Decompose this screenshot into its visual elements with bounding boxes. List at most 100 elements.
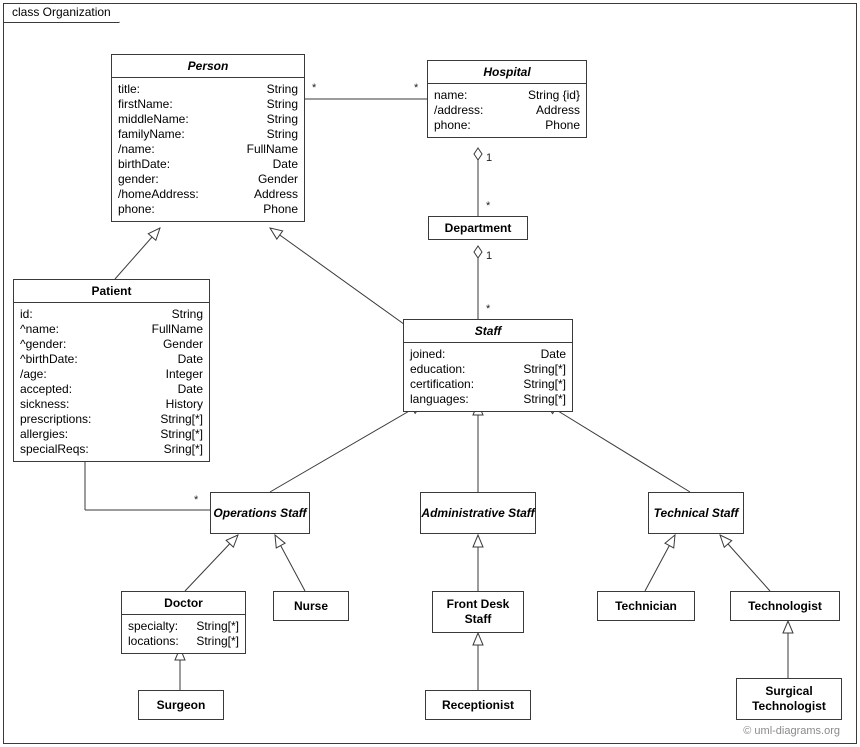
attr-name: specialReqs: [20,442,89,457]
attr-name: joined: [410,347,445,362]
attr-name: ^birthDate: [20,352,78,367]
attr-type: Date [178,352,203,367]
class-body: id: String ^name: FullName ^gender: Gender ^bi… [14,303,209,461]
attr-type: Date [541,347,566,362]
attr-name: phone: [434,118,471,133]
mult: * [312,82,316,94]
attr-type: Gender [258,172,298,187]
class-staff: Staff joined: Date education: String[*] cert… [403,319,573,412]
class-title: Front Desk Staff [433,597,523,627]
attr-name: education: [410,362,465,377]
attr-type: Integer [166,367,203,382]
attr-type: Date [178,382,203,397]
attr-name: /age: [20,367,47,382]
class-person: Person title: String firstName: String middl… [111,54,305,222]
attr-type: String[*] [523,377,566,392]
class-nurse: Nurse [273,591,349,621]
attr-type: Phone [263,202,298,217]
attr-type: FullName [152,322,203,337]
attr-name: ^gender: [20,337,66,352]
class-title: Doctor [122,592,245,615]
attr-type: String[*] [523,392,566,407]
class-title: Receptionist [442,698,514,712]
attr-type: String [267,82,298,97]
class-title: Person [112,55,304,78]
class-department: Department [428,216,528,240]
mult: * [194,494,198,506]
class-title: Nurse [294,599,328,613]
attr-type: String [172,307,203,322]
class-receptionist: Receptionist [425,690,531,720]
attr-name: birthDate: [118,157,170,172]
attr-type: String[*] [160,427,203,442]
attr-name: ^name: [20,322,59,337]
attr-name: locations: [128,634,179,649]
attr-type: Gender [163,337,203,352]
diagram-canvas: class Organization [0,0,860,747]
class-body: name: String {id} /address: Address phone: Ph… [428,84,586,137]
frame-label: class Organization [3,3,120,23]
attr-name: gender: [118,172,159,187]
attr-name: phone: [118,202,155,217]
attr-type: String[*] [523,362,566,377]
class-hospital: Hospital name: String {id} /address: Addres… [427,60,587,138]
attr-type: Address [254,187,298,202]
attr-type: String[*] [196,619,239,634]
class-administrative-staff: Administrative Staff [420,492,536,534]
class-title: Staff [404,320,572,343]
attr-name: name: [434,88,467,103]
class-title: Surgical Technologist [737,684,841,714]
attr-name: firstName: [118,97,173,112]
attr-name: sickness: [20,397,69,412]
class-front-desk-staff: Front Desk Staff [432,591,524,633]
attr-name: allergies: [20,427,68,442]
attr-name: languages: [410,392,469,407]
attr-name: id: [20,307,33,322]
attr-name: /address: [434,103,483,118]
attr-type: Phone [545,118,580,133]
class-title: Surgeon [157,698,206,712]
attr-type: String [267,97,298,112]
attr-type: Sring[*] [164,442,203,457]
mult: * [486,200,490,212]
attr-type: History [166,397,203,412]
attr-name: prescriptions: [20,412,91,427]
mult: * [486,303,490,315]
class-title: Hospital [428,61,586,84]
attr-type: String[*] [160,412,203,427]
class-operations-staff: Operations Staff [210,492,310,534]
mult: 1 [486,250,492,262]
class-body: specialty: String[*] locations: String[*] [122,615,245,653]
attr-name: /name: [118,142,155,157]
attr-type: String [267,127,298,142]
class-title: Administrative Staff [421,506,534,521]
class-title: Technologist [748,599,822,613]
attr-type: String [267,112,298,127]
attr-type: Address [536,103,580,118]
mult: 1 [486,152,492,164]
attr-name: accepted: [20,382,72,397]
class-patient: Patient id: String ^name: FullName ^gender: G… [13,279,210,462]
class-surgical-technologist: Surgical Technologist [736,678,842,720]
attr-type: String[*] [196,634,239,649]
class-title: Patient [14,280,209,303]
class-title: Technician [615,599,677,613]
class-title: Technical Staff [654,506,739,521]
mult: * [414,82,418,94]
attr-name: /homeAddress: [118,187,199,202]
class-surgeon: Surgeon [138,690,224,720]
attr-type: String {id} [528,88,580,103]
class-body: joined: Date education: String[*] certificat… [404,343,572,411]
class-body: title: String firstName: String middleName: S… [112,78,304,221]
attr-name: title: [118,82,140,97]
attr-type: FullName [247,142,298,157]
class-technical-staff: Technical Staff [648,492,744,534]
watermark: © uml-diagrams.org [743,725,840,737]
attr-type: Date [273,157,298,172]
attr-name: specialty: [128,619,178,634]
attr-name: familyName: [118,127,185,142]
attr-name: middleName: [118,112,189,127]
class-title: Department [429,217,527,239]
attr-name: certification: [410,377,474,392]
class-doctor: Doctor specialty: String[*] locations: Stri… [121,591,246,654]
